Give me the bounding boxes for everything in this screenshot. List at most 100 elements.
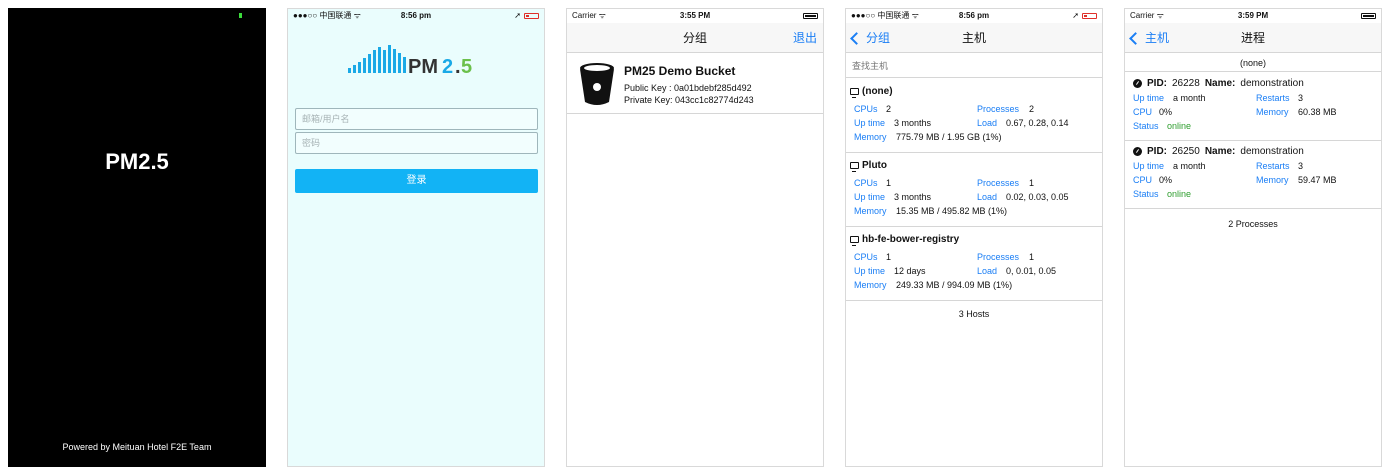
bucket-icon <box>580 63 614 105</box>
restarts-value: 3 <box>1298 161 1304 171</box>
status-bar: Carrier ᯤ 3:55 PM <box>567 9 823 23</box>
battery-icon <box>803 13 818 19</box>
processes-label: Processes <box>977 252 1020 262</box>
memory-label: Memory <box>854 206 887 216</box>
host-label: (none) <box>1125 54 1381 72</box>
processes-label: Processes <box>977 104 1020 114</box>
battery-icon <box>1082 13 1097 19</box>
password-field[interactable] <box>295 132 538 154</box>
status-right <box>803 9 818 23</box>
status-time: 3:59 PM <box>1237 11 1269 20</box>
memory-value: 60.38 MB <box>1298 107 1337 117</box>
status-time: 3:55 PM <box>679 11 711 20</box>
memory-value: 775.79 MB / 1.95 GB (1%) <box>896 132 1002 142</box>
name-label: Name: <box>1204 146 1236 157</box>
pid-label: PID: <box>1147 78 1167 89</box>
battery-indicator-icon <box>239 13 242 18</box>
splash-screen: PM2.5 Powered by Meituan Hotel F2E Team <box>8 8 266 467</box>
cpus-label: CPUs <box>854 252 878 262</box>
uptime-value: 12 days <box>894 266 926 276</box>
memory-value: 15.35 MB / 495.82 MB (1%) <box>896 206 1008 216</box>
pid-value: 26250 <box>1172 146 1200 157</box>
login-button[interactable]: 登录 <box>295 169 538 193</box>
nav-bar: 分组 主机 <box>846 23 1102 53</box>
cpu-value: 0% <box>1159 107 1173 117</box>
uptime-value: 3 months <box>894 118 932 128</box>
location-icon: ➚ <box>514 11 521 20</box>
uptime-value: 3 months <box>894 192 932 202</box>
processes-count: 2 Processes <box>1228 219 1278 229</box>
monitor-icon <box>850 236 859 246</box>
monitor-icon <box>850 162 859 172</box>
uptime-value: a month <box>1173 93 1206 103</box>
splash-title: PM2.5 <box>105 149 169 174</box>
page-title: 进程 <box>1240 31 1265 45</box>
uptime-label: Up time <box>854 266 886 276</box>
cpu-label: CPU <box>1133 107 1153 117</box>
dashboard-icon <box>1133 79 1142 88</box>
status-right: ➚ <box>514 9 539 23</box>
host-list-item[interactable]: Pluto CPUs 1 Processes 1 Up time 3 month… <box>846 153 1102 227</box>
host-name: Pluto <box>850 160 887 172</box>
pm25-logo-icon: PM 2 . 5 <box>348 45 472 76</box>
host-name-label: (none) <box>862 86 893 97</box>
uptime-label: Up time <box>854 118 886 128</box>
process-header: PID: 26250 Name: demonstration <box>1133 146 1304 157</box>
processes-screen: Carrier ᯤ 3:59 PM 主机 进程 (none) PID: 2622… <box>1124 8 1382 467</box>
uptime-value: a month <box>1173 161 1206 171</box>
location-icon: ➚ <box>1072 11 1079 20</box>
restarts-value: 3 <box>1298 93 1304 103</box>
hosts-count: 3 Hosts <box>958 309 990 319</box>
public-key: Public Key : 0a01bdebf285d492 <box>624 83 752 93</box>
nav-bar: 分组 退出 <box>567 23 823 53</box>
nav-bar: 主机 进程 <box>1125 23 1381 53</box>
process-list-item[interactable]: PID: 26228 Name: demonstration Up time a… <box>1125 73 1381 141</box>
load-label: Load <box>977 192 998 202</box>
restarts-label: Restarts <box>1256 93 1290 103</box>
bucket-list-item[interactable]: PM25 Demo Bucket Public Key : 0a01bdebf2… <box>567 54 823 114</box>
page-title: 分组 <box>682 31 707 45</box>
cpus-label: CPUs <box>854 104 878 114</box>
host-name-label: hb-fe-bower-registry <box>862 234 960 245</box>
status-time: 8:56 pm <box>958 11 990 20</box>
host-list-item[interactable]: hb-fe-bower-registry CPUs 1 Processes 1 … <box>846 227 1102 301</box>
status-right: ➚ <box>1072 9 1097 23</box>
login-screen: ●●●○○ 中国联通 ᯤ 8:56 pm ➚ PM 2 . 5 登录 <box>287 8 545 467</box>
svg-text:PM: PM <box>408 56 438 76</box>
uptime-label: Up time <box>1133 93 1165 103</box>
status-time: 8:56 pm <box>400 11 432 20</box>
status-bar: ●●●○○ 中国联通 ᯤ 8:56 pm ➚ <box>288 9 544 23</box>
cpus-value: 1 <box>886 178 892 188</box>
name-value: demonstration <box>1240 146 1304 157</box>
processes-value: 1 <box>1029 252 1035 262</box>
processes-label: Processes <box>977 178 1020 188</box>
svg-text:2: 2 <box>442 56 453 76</box>
status-right <box>1361 9 1376 23</box>
load-value: 0.02, 0.03, 0.05 <box>1006 192 1069 202</box>
name-label: Name: <box>1204 78 1236 89</box>
pid-label: PID: <box>1147 146 1167 157</box>
name-value: demonstration <box>1240 78 1304 89</box>
bucket-name: PM25 Demo Bucket <box>624 64 736 78</box>
private-key: Private Key: 043cc1c82774d243 <box>624 95 754 105</box>
host-list-item[interactable]: (none) CPUs 2 Processes 2 Up time 3 mont… <box>846 79 1102 153</box>
svg-text:5: 5 <box>461 56 472 76</box>
process-list-item[interactable]: PID: 26250 Name: demonstration Up time a… <box>1125 141 1381 209</box>
restarts-label: Restarts <box>1256 161 1290 171</box>
splash-footer: Powered by Meituan Hotel F2E Team <box>62 442 212 452</box>
cpus-value: 2 <box>886 104 892 114</box>
processes-value: 2 <box>1029 104 1035 114</box>
memory-value: 249.33 MB / 994.09 MB (1%) <box>896 280 1013 290</box>
memory-label: Memory <box>1256 175 1289 185</box>
status-label: Status <box>1133 189 1159 199</box>
cpus-label: CPUs <box>854 178 878 188</box>
load-label: Load <box>977 266 998 276</box>
logout-button[interactable]: 退出 <box>793 23 817 53</box>
status-label: Status <box>1133 121 1159 131</box>
process-header: PID: 26228 Name: demonstration <box>1133 78 1304 89</box>
memory-value: 59.47 MB <box>1298 175 1337 185</box>
search-input[interactable] <box>846 54 1102 78</box>
memory-label: Memory <box>854 132 887 142</box>
email-field[interactable] <box>295 108 538 130</box>
load-label: Load <box>977 118 998 128</box>
